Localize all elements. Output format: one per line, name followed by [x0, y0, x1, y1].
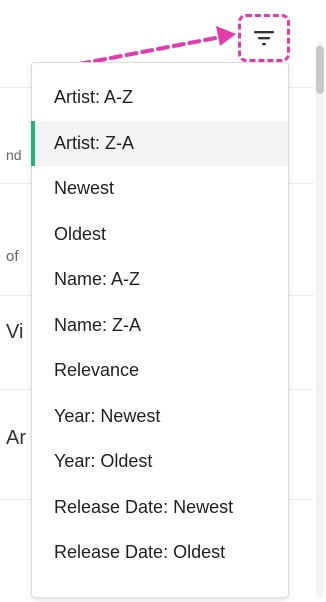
list-item-text: nd: [6, 147, 22, 163]
sort-option-newest[interactable]: Newest: [32, 166, 288, 212]
sort-option-artist-a-z[interactable]: Artist: A-Z: [32, 75, 288, 121]
list-item-text: of: [6, 248, 19, 265]
sort-option-relevance[interactable]: Relevance: [32, 348, 288, 394]
filter-button[interactable]: [238, 14, 290, 62]
sort-option-release-date-oldest[interactable]: Release Date: Oldest: [32, 530, 288, 576]
filter-icon: [254, 31, 274, 46]
scrollbar-track[interactable]: [316, 42, 324, 598]
sort-option-name-z-a[interactable]: Name: Z-A: [32, 303, 288, 349]
sort-option-year-oldest[interactable]: Year: Oldest: [32, 439, 288, 485]
sort-option-year-newest[interactable]: Year: Newest: [32, 394, 288, 440]
scrollbar-thumb[interactable]: [316, 46, 324, 94]
list-item-text: Vi: [6, 321, 24, 343]
sort-menu: Artist: A-Z Artist: Z-A Newest Oldest Na…: [31, 62, 289, 598]
sort-option-name-a-z[interactable]: Name: A-Z: [32, 257, 288, 303]
sort-option-release-date-newest[interactable]: Release Date: Newest: [32, 485, 288, 531]
list-item-text: Ar: [6, 427, 26, 449]
sort-option-artist-z-a[interactable]: Artist: Z-A: [31, 120, 288, 166]
sort-view: nd of Vi Ar Artist: A-Z Artist: Z-A Newe…: [0, 0, 326, 602]
sort-option-oldest[interactable]: Oldest: [32, 212, 288, 258]
